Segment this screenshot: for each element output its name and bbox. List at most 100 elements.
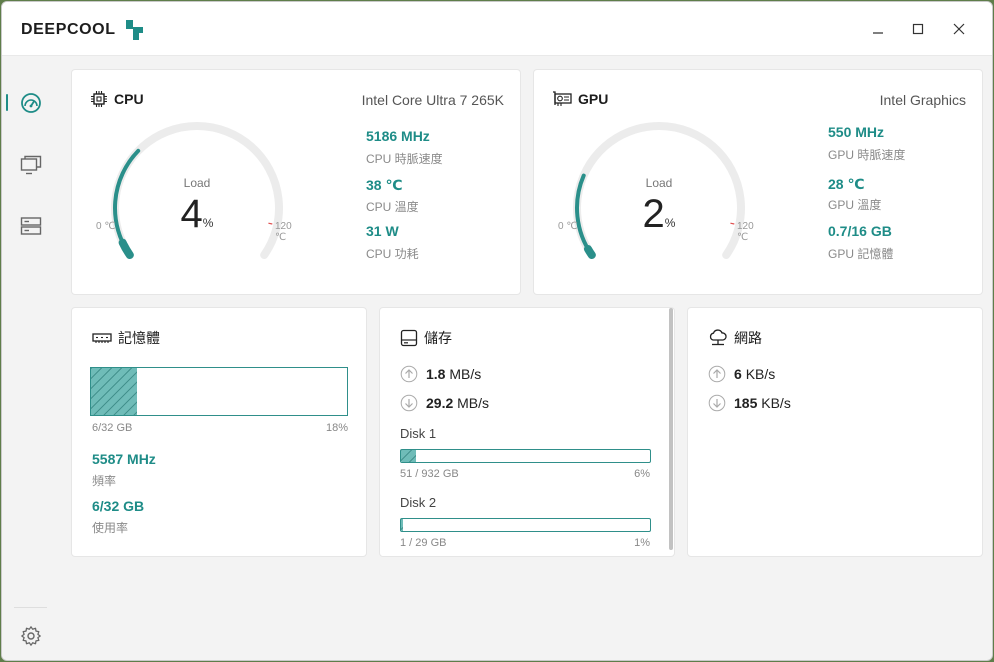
maximize-button[interactable] [903,14,933,44]
sidebar-divider [14,607,47,608]
gpu-card: GPU Intel Graphics Load 2% 0 ℃ 120 ℃ 550… [533,69,983,295]
cloud-network-icon [709,329,727,346]
network-download-unit: KB/s [761,395,791,411]
cpu-gauge: Load 4% 0 ℃ 120 ℃ [92,120,302,280]
cpu-clock-label: CPU 時脈速度 [366,152,443,166]
memory-frequency-label: 頻率 [92,474,117,488]
cpu-power-label: CPU 功耗 [366,247,419,261]
cpu-card: CPU Intel Core Ultra 7 265K Load 4% 0 ℃ … [71,69,521,295]
gpu-temp-label: GPU 溫度 [828,198,882,212]
cpu-model: Intel Core Ultra 7 265K [361,92,504,108]
cpu-temp-label: CPU 溫度 [366,200,419,214]
gpu-load-value: 2% [554,192,764,237]
monitor-icon [20,155,41,175]
memory-usage-value: 6/32 GB [92,498,145,514]
app-window: DEEPCOOL CPU Intel Core Ultra 7 265K Loa… [1,1,993,661]
disk-2-name: Disk 2 [400,495,437,510]
gpu-title: GPU [552,90,608,108]
cpu-load-label: Load [183,176,211,190]
gpu-temp-value: 28 ℃ [828,176,865,192]
minimize-button[interactable] [863,14,893,44]
storage-scrollbar[interactable] [669,308,673,550]
memory-usage-percent: 18% [325,422,348,434]
upload-arrow-icon [400,365,418,383]
network-title: 網路 [708,328,762,348]
gpu-load-number: 2 [642,192,665,236]
storage-upload-unit: MB/s [449,366,482,382]
memory-usage-label: 使用率 [92,521,129,535]
memory-usage-text: 6/32 GB [92,422,133,434]
cpu-range-min: 0 ℃ [96,221,116,232]
active-indicator [6,94,8,111]
cpu-load-value: 4% [92,192,302,237]
disk-2-usage-bar [400,518,651,532]
close-button[interactable] [944,14,974,44]
gpu-gauge: Load 2% 0 ℃ 120 ℃ [554,120,764,280]
gpu-load-unit: % [664,216,676,230]
gpu-range-max: 120 ℃ [737,221,754,243]
memory-frequency-value: 5587 MHz [92,451,156,467]
download-arrow-icon [400,394,418,412]
gpu-title-label: GPU [578,91,609,107]
gpu-model: Intel Graphics [879,92,966,108]
network-card: 網路 6 KB/s 185 KB/s [687,307,983,557]
memory-usage-bar [90,367,348,416]
memory-title: 記憶體 [92,328,160,348]
disk-1-name: Disk 1 [400,426,437,441]
ram-stick-icon [92,333,112,343]
storage-upload-row: 1.8 MB/s [400,365,481,383]
disk-2-percent: 1% [634,537,650,549]
memory-card: 記憶體 6/32 GB 18% 5587 MHz 頻率 6/32 GB 使用率 [71,307,367,557]
storage-download-unit: MB/s [457,395,490,411]
network-download-value: 185 [734,395,758,411]
storage-title: 儲存 [400,328,452,348]
sidebar-item-devices[interactable] [2,208,59,244]
cpu-clock-value: 5186 MHz [366,128,430,144]
storage-download-row: 29.2 MB/s [400,394,489,412]
settings-button[interactable] [2,618,59,654]
sidebar [2,56,59,660]
drive-icon [400,329,418,347]
app-logo: DEEPCOOL [21,19,146,41]
title-bar: DEEPCOOL [2,2,992,56]
cpu-title: CPU [90,90,144,108]
server-icon [20,217,41,235]
gpu-clock-value: 550 MHz [828,124,885,140]
storage-card: 儲存 1.8 MB/s 29.2 MB/s Disk 1 51 / 932 GB… [379,307,675,557]
memory-title-label: 記憶體 [118,330,160,346]
gpu-load-label: Load [645,176,673,190]
cpu-chip-icon [91,91,107,107]
disk-2-usage-fill [401,519,404,531]
storage-download-value: 29.2 [426,395,454,411]
disk-1-usage-bar [400,449,651,463]
gpu-clock-label: GPU 時脈速度 [828,148,906,162]
cpu-title-label: CPU [114,91,144,107]
disk-1-usage-fill [401,450,416,462]
download-arrow-icon [708,394,726,412]
cpu-temp-value: 38 ℃ [366,177,403,193]
network-title-label: 網路 [734,330,762,346]
gpu-memory-label: GPU 記憶體 [828,247,894,261]
network-upload-value: 6 [734,366,742,382]
cpu-load-number: 4 [180,192,203,236]
gpu-range-min: 0 ℃ [558,221,578,232]
gear-icon [20,626,41,646]
disk-2-usage: 1 / 29 GB [400,537,447,549]
gpu-card-icon [553,91,572,106]
gpu-memory-value: 0.7/16 GB [828,223,892,239]
speedometer-icon [20,93,41,113]
memory-usage-fill [91,368,138,415]
network-download-row: 185 KB/s [708,394,791,412]
storage-title-label: 儲存 [424,330,452,346]
brand-mark-icon [124,19,146,41]
cpu-load-unit: % [202,216,214,230]
close-icon [953,23,965,35]
brand-name: DEEPCOOL [21,21,116,38]
sidebar-item-dashboard[interactable] [2,85,59,121]
cpu-power-value: 31 W [366,223,399,239]
network-upload-row: 6 KB/s [708,365,775,383]
sidebar-item-display[interactable] [2,147,59,183]
storage-upload-value: 1.8 [426,366,446,382]
disk-1-percent: 6% [634,468,650,480]
upload-arrow-icon [708,365,726,383]
